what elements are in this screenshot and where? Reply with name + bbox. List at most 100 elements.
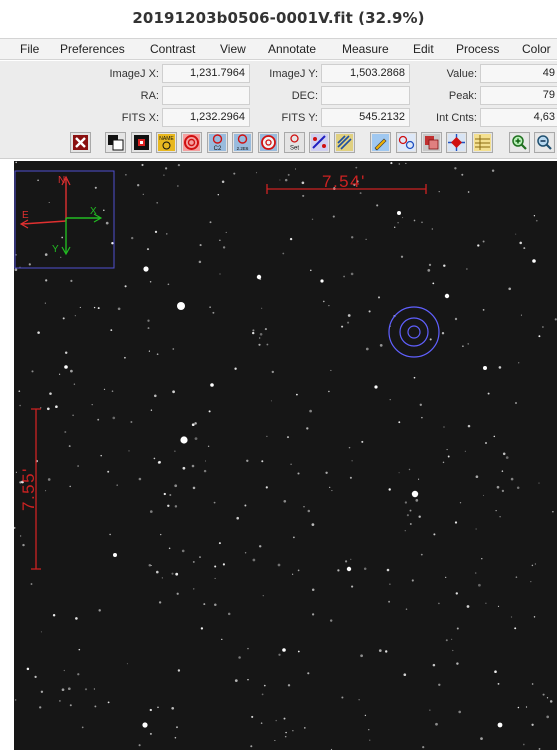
star — [180, 436, 188, 444]
star — [442, 461, 445, 464]
star — [297, 472, 300, 475]
ra-field[interactable] — [162, 86, 250, 105]
show-names-button[interactable]: NAME — [156, 132, 177, 153]
menu-edit[interactable]: Edit — [413, 42, 434, 56]
aperture-ring-button[interactable] — [181, 132, 202, 153]
star — [283, 499, 287, 503]
star — [446, 449, 448, 451]
astronomical-image-canvas[interactable]: N E X Y 7.54' 7.55' — [14, 161, 557, 750]
pixel-display-button[interactable] — [131, 132, 152, 153]
star — [402, 217, 404, 219]
c2-value-label: 2.2E6 — [237, 146, 249, 151]
menu-preferences[interactable]: Preferences — [60, 42, 125, 56]
striped-brush-icon — [336, 134, 353, 151]
align-stars-button[interactable] — [309, 132, 330, 153]
star — [287, 173, 290, 176]
menu-view[interactable]: View — [220, 42, 246, 56]
star — [263, 684, 266, 687]
invert-display-button[interactable] — [105, 132, 126, 153]
star — [221, 180, 225, 184]
value-field[interactable]: 49 — [480, 64, 557, 83]
star — [49, 392, 52, 395]
star — [411, 579, 414, 582]
fits-x-field[interactable]: 1,232.2964 — [162, 108, 250, 127]
clear-icon — [73, 135, 88, 150]
int-cnts-field[interactable]: 4,63 — [480, 108, 557, 127]
double-aperture-button[interactable] — [396, 132, 417, 153]
star — [219, 273, 221, 275]
multi-aperture-button[interactable] — [258, 132, 279, 153]
centroid-c2-button[interactable]: C2 — [207, 132, 228, 153]
crosshair-button[interactable] — [446, 132, 467, 153]
star — [359, 192, 362, 195]
star — [31, 370, 34, 373]
dec-label: DEC: — [291, 90, 318, 102]
edit-annotation-button[interactable] — [370, 132, 391, 153]
zoom-out-button[interactable] — [534, 132, 555, 153]
measurement-table-button[interactable] — [472, 132, 493, 153]
star — [156, 353, 159, 356]
stack-button[interactable] — [421, 132, 442, 153]
star — [533, 215, 536, 217]
star — [225, 231, 227, 233]
star — [266, 435, 268, 438]
star — [48, 201, 50, 204]
menu-file[interactable]: File — [20, 42, 39, 56]
star — [499, 515, 501, 518]
star — [157, 706, 159, 709]
star — [44, 253, 48, 256]
star — [176, 726, 178, 729]
aperture-value-button[interactable]: 2.2E6 — [232, 132, 253, 153]
star — [405, 162, 407, 164]
star — [297, 569, 300, 572]
star — [433, 533, 436, 536]
star — [365, 238, 367, 241]
star — [546, 697, 549, 699]
coordinate-info-panel: ImageJ X: 1,231.7964 ImageJ Y: 1,503.286… — [0, 61, 557, 129]
imagej-y-field[interactable]: 1,503.2868 — [321, 64, 410, 83]
peak-field[interactable]: 79 — [480, 86, 557, 105]
fits-y-field[interactable]: 545.2132 — [321, 108, 410, 127]
star — [60, 256, 62, 258]
star — [14, 526, 16, 529]
star — [258, 545, 262, 548]
star — [264, 328, 267, 331]
zoom-in-button[interactable] — [509, 132, 530, 153]
star — [456, 627, 459, 630]
star — [58, 373, 61, 375]
star — [62, 317, 65, 320]
star — [227, 612, 231, 616]
star — [474, 572, 477, 574]
menu-annotate[interactable]: Annotate — [268, 42, 316, 56]
star — [444, 293, 450, 299]
star — [125, 174, 127, 176]
dec-field[interactable] — [321, 86, 410, 105]
star — [15, 471, 17, 473]
clear-align-button[interactable] — [334, 132, 355, 153]
menu-process[interactable]: Process — [456, 42, 499, 56]
star — [218, 542, 221, 545]
set-aperture-button[interactable]: Set — [284, 132, 305, 153]
star — [116, 484, 118, 486]
star — [203, 469, 207, 473]
clear-annotations-button[interactable] — [70, 132, 91, 153]
star — [454, 521, 458, 524]
star — [441, 332, 445, 335]
menu-measure[interactable]: Measure — [342, 42, 389, 56]
menu-color[interactable]: Color — [522, 42, 551, 56]
star — [193, 588, 195, 590]
star — [432, 663, 436, 667]
star — [531, 723, 534, 726]
photometry-aperture[interactable] — [388, 306, 440, 358]
imagej-x-field[interactable]: 1,231.7964 — [162, 64, 250, 83]
star — [445, 639, 448, 642]
menu-contrast[interactable]: Contrast — [150, 42, 195, 56]
star — [330, 369, 332, 371]
star — [384, 650, 388, 653]
star — [427, 269, 431, 272]
star — [261, 693, 264, 696]
star — [284, 735, 287, 738]
star — [81, 726, 84, 729]
imagej-x-label: ImageJ X: — [109, 68, 159, 80]
star — [443, 426, 445, 428]
